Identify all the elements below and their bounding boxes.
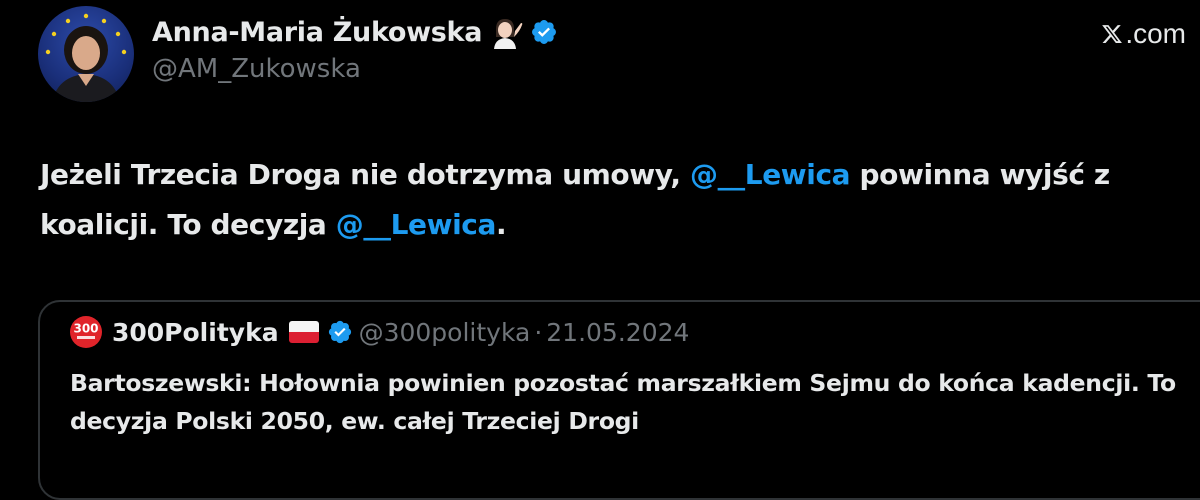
mention-link[interactable]: @__Lewica	[690, 158, 851, 191]
quoted-display-name[interactable]: 300Polityka	[112, 318, 279, 347]
verified-badge-icon	[530, 18, 558, 46]
quoted-date[interactable]: 21.05.2024	[546, 318, 689, 347]
tweet-text-segment: .	[495, 208, 507, 241]
tweet-text-segment: Jeżeli Trzecia Droga nie dotrzyma umowy,	[40, 158, 690, 191]
site-domain: .com	[1125, 18, 1186, 49]
quoted-tweet-text: Bartoszewski: Hołownia powinien pozostać…	[70, 369, 1176, 435]
author-block: Anna-Maria Żukowska @AM_Zukowska	[152, 14, 558, 84]
300polityka-logo-icon: 300	[70, 316, 102, 348]
author-display-name[interactable]: Anna-Maria Żukowska	[152, 17, 482, 48]
quoted-tweet[interactable]: 300 300Polityka @300polityka · 21.05.202…	[38, 300, 1200, 500]
quoted-tweet-header: 300 300Polityka @300polityka · 21.05.202…	[70, 316, 689, 348]
mention-link[interactable]: @__Lewica	[336, 208, 497, 241]
tweet-text: Jeżeli Trzecia Droga nie dotrzyma umowy,…	[40, 150, 1190, 250]
tweet-card: Anna-Maria Żukowska @AM_Zukowska .com Je…	[0, 0, 1200, 500]
separator-dot: ·	[534, 317, 543, 347]
author-handle[interactable]: @AM_Zukowska	[152, 54, 558, 84]
poland-flag-icon	[288, 321, 319, 343]
avatar[interactable]	[38, 6, 134, 102]
woman-tipping-hand-emoji-icon	[490, 15, 524, 49]
verified-badge-icon	[328, 320, 351, 344]
quoted-logo-text: 300	[73, 322, 98, 336]
x-logo-icon	[1102, 25, 1123, 43]
quoted-handle[interactable]: @300polityka	[359, 318, 531, 347]
site-label: .com	[1101, 18, 1186, 50]
